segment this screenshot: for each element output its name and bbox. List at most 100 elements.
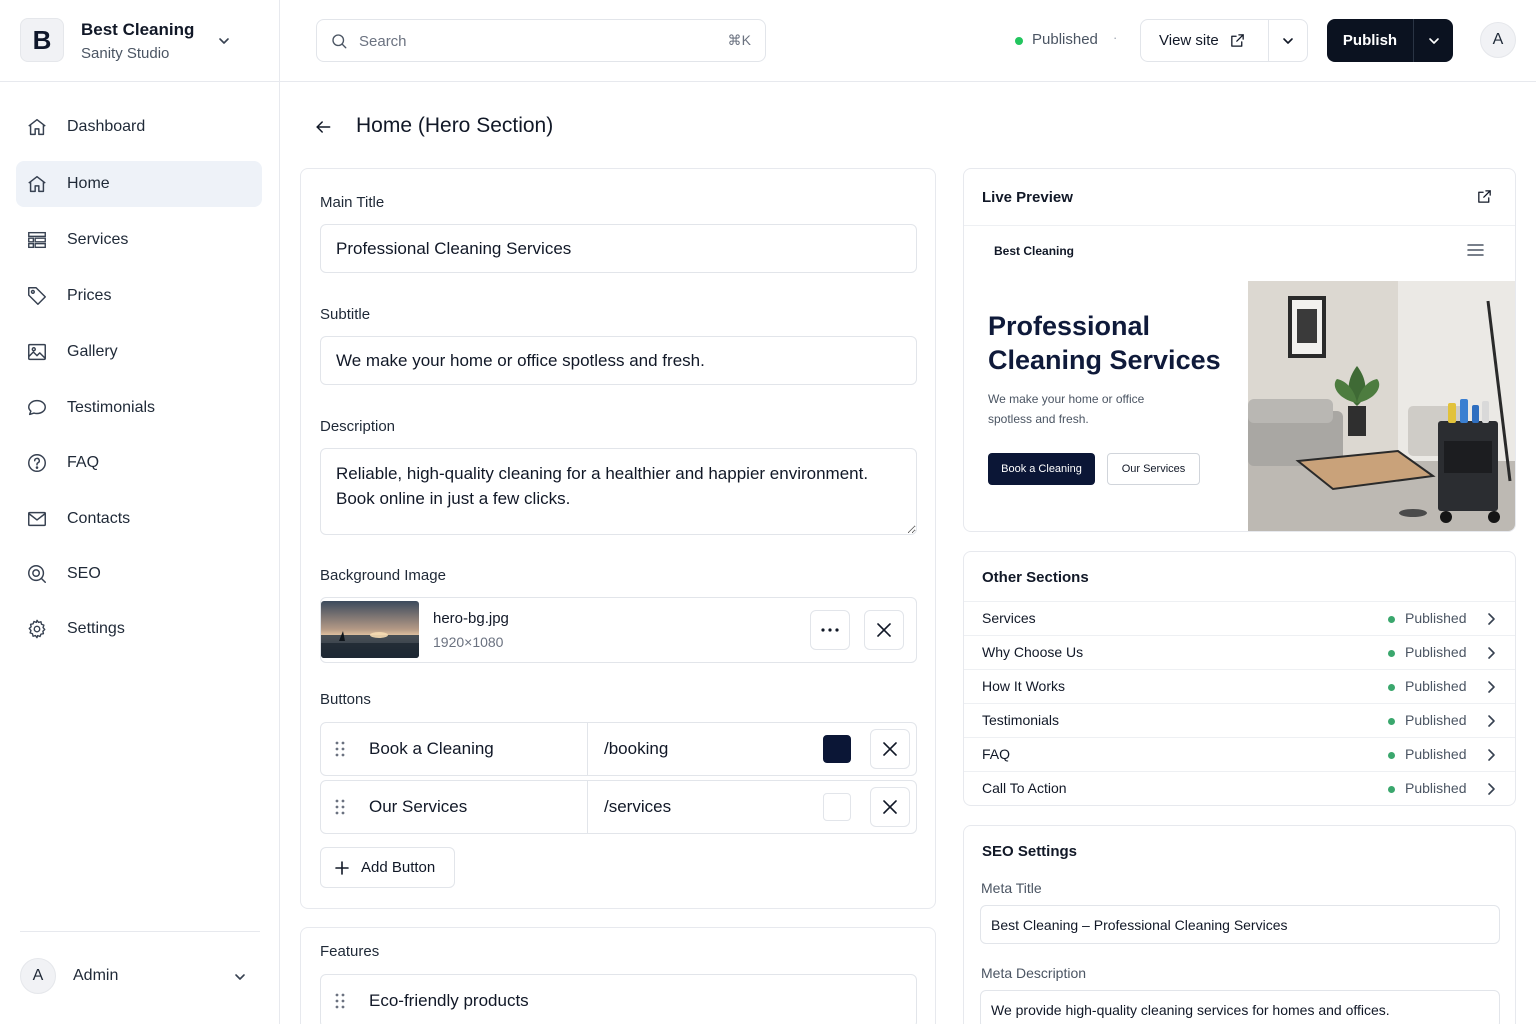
status-badge: Published <box>1405 644 1467 660</box>
drag-handle-icon[interactable] <box>335 798 345 816</box>
meta-description-input[interactable] <box>980 990 1500 1024</box>
background-image-label: Background Image <box>320 567 446 584</box>
publish-group: Publish <box>1327 19 1453 62</box>
search-input[interactable] <box>359 30 699 52</box>
publish-dropdown[interactable] <box>1414 19 1453 62</box>
chevron-down-icon[interactable] <box>232 969 248 985</box>
chevron-right-icon <box>1486 714 1496 728</box>
status-dot <box>1015 37 1023 45</box>
button-url-field[interactable]: /services <box>604 797 671 817</box>
sidebar-item-label: Prices <box>67 287 112 304</box>
status-badge: Published <box>1405 746 1467 762</box>
external-link-icon[interactable] <box>1476 188 1493 205</box>
image-icon <box>26 341 48 363</box>
add-button-button[interactable]: Add Button <box>320 847 455 888</box>
divider <box>964 225 1515 226</box>
image-options-button[interactable] <box>810 610 850 650</box>
sidebar-item-label: SEO <box>67 565 101 582</box>
close-icon <box>883 800 897 814</box>
sidebar-item-prices[interactable]: Prices <box>16 273 262 319</box>
status-badge: Published <box>1405 712 1467 728</box>
sidebar: B Best Cleaning Sanity Studio Dashboard … <box>0 0 280 1024</box>
section-row-how-it-works[interactable]: How It Works Published <box>964 669 1515 703</box>
preview-heading: Professional Cleaning Services <box>988 311 1221 375</box>
live-preview-title: Live Preview <box>982 189 1073 206</box>
project-switcher[interactable]: B Best Cleaning Sanity Studio <box>0 0 279 82</box>
view-site-label: View site <box>1159 32 1219 49</box>
avatar[interactable]: A <box>1480 22 1516 58</box>
chevron-down-icon <box>1426 33 1442 49</box>
sidebar-item-label: Services <box>67 231 129 248</box>
background-image-field[interactable]: hero-bg.jpg 1920×1080 <box>320 597 917 663</box>
button-url-field[interactable]: /booking <box>604 739 668 759</box>
background-image-thumbnail <box>321 601 419 658</box>
avatar[interactable]: A <box>20 958 56 994</box>
view-site-group: View site <box>1140 19 1308 62</box>
status-badge: Published <box>1405 610 1467 626</box>
chevron-right-icon <box>1486 646 1496 660</box>
preview-hero-image <box>1248 281 1515 531</box>
sidebar-item-testimonials[interactable]: Testimonials <box>16 385 262 431</box>
sidebar-item-label: FAQ <box>67 454 100 471</box>
sidebar-item-settings[interactable]: Settings <box>16 606 262 652</box>
user-name[interactable]: Admin <box>73 967 118 985</box>
section-name: Testimonials <box>982 712 1060 728</box>
remove-button-button[interactable] <box>870 787 910 827</box>
image-dimensions: 1920×1080 <box>433 634 504 650</box>
sidebar-item-label: Dashboard <box>67 118 146 135</box>
main-title-input[interactable] <box>320 224 917 273</box>
drag-handle-icon[interactable] <box>335 992 345 1010</box>
status-dot <box>1388 718 1395 725</box>
button-color-swatch[interactable] <box>823 735 851 763</box>
description-textarea[interactable]: Reliable, high-quality cleaning for a he… <box>320 448 917 535</box>
view-site-button[interactable]: View site <box>1141 20 1269 61</box>
sidebar-item-label: Testimonials <box>67 399 156 416</box>
plus-icon <box>335 860 349 875</box>
button-label-field[interactable]: Book a Cleaning <box>369 739 494 759</box>
feature-label-field[interactable]: Eco-friendly products <box>369 991 529 1011</box>
sidebar-item-dashboard[interactable]: Dashboard <box>16 104 262 150</box>
project-subtitle: Sanity Studio <box>81 45 170 62</box>
sidebar-item-contacts[interactable]: Contacts <box>16 496 262 542</box>
drag-handle-icon[interactable] <box>335 740 345 758</box>
chevron-down-icon[interactable] <box>216 33 232 49</box>
sidebar-item-faq[interactable]: FAQ <box>16 440 262 486</box>
search-icon <box>26 563 48 585</box>
section-name: Call To Action <box>982 780 1067 796</box>
subtitle-input[interactable] <box>320 336 917 385</box>
sidebar-item-seo[interactable]: SEO <box>16 551 262 597</box>
sidebar-item-gallery[interactable]: Gallery <box>16 329 262 375</box>
divider <box>587 723 588 775</box>
section-row-testimonials[interactable]: Testimonials Published <box>964 703 1515 737</box>
button-row: Our Services /services <box>320 780 917 834</box>
button-label-field[interactable]: Our Services <box>369 797 467 817</box>
remove-button-button[interactable] <box>870 729 910 769</box>
section-row-call-to-action[interactable]: Call To Action Published <box>964 771 1515 805</box>
page-title: Home (Hero Section) <box>356 114 554 137</box>
button-color-swatch[interactable] <box>823 793 851 821</box>
section-row-faq[interactable]: FAQ Published <box>964 737 1515 771</box>
menu-icon[interactable] <box>1467 243 1484 257</box>
gear-icon <box>26 618 48 640</box>
section-row-services[interactable]: Services Published <box>964 601 1515 635</box>
preview-book-button[interactable]: Book a Cleaning <box>988 453 1095 485</box>
remove-image-button[interactable] <box>864 610 904 650</box>
search-box[interactable]: ⌘K <box>316 19 766 62</box>
section-row-why-choose-us[interactable]: Why Choose Us Published <box>964 635 1515 669</box>
preview-services-button[interactable]: Our Services <box>1107 453 1200 485</box>
sidebar-item-services[interactable]: Services <box>16 217 262 263</box>
back-button[interactable] <box>310 114 336 140</box>
meta-title-input[interactable] <box>980 905 1500 944</box>
sidebar-item-home[interactable]: Home <box>16 161 262 207</box>
seo-settings: SEO Settings Meta Title Meta Description <box>963 825 1516 1024</box>
close-icon <box>877 623 891 637</box>
meta-description-label: Meta Description <box>981 965 1087 981</box>
brand-logo: B <box>20 18 64 62</box>
question-circle-icon <box>26 452 48 474</box>
sidebar-item-label: Contacts <box>67 510 131 527</box>
features-label: Features <box>320 943 380 960</box>
seo-settings-title: SEO Settings <box>982 843 1078 860</box>
publish-button[interactable]: Publish <box>1327 19 1414 62</box>
view-site-dropdown[interactable] <box>1269 20 1307 61</box>
subtitle-label: Subtitle <box>320 306 371 323</box>
